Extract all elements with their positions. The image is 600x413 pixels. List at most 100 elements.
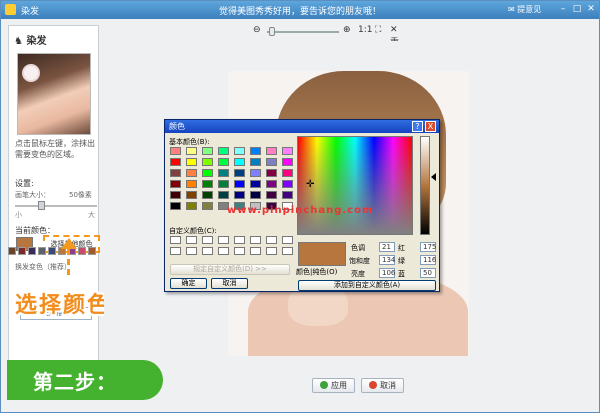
basic-color-swatch[interactable] [218, 191, 229, 199]
cancel-button[interactable]: 取消 [361, 378, 404, 393]
zoom-in-icon[interactable]: ⊕ [343, 25, 351, 35]
custom-color-swatch[interactable] [250, 247, 261, 255]
ok-button[interactable]: 确定 [170, 278, 207, 289]
brush-size-handle[interactable] [37, 201, 45, 210]
basic-color-swatch[interactable] [186, 180, 197, 188]
green-input[interactable]: 116 [420, 255, 436, 265]
basic-color-swatch[interactable] [170, 202, 181, 210]
basic-color-swatch[interactable] [218, 147, 229, 155]
custom-color-swatch[interactable] [202, 236, 213, 244]
zoom-slider[interactable] [267, 31, 339, 33]
custom-color-swatch[interactable] [234, 247, 245, 255]
feedback-link[interactable]: ✉ 提意见 [508, 4, 541, 15]
basic-color-swatch[interactable] [234, 169, 245, 177]
red-input[interactable]: 175 [420, 242, 436, 252]
hair-color-swatch[interactable] [28, 247, 36, 255]
basic-color-swatch[interactable] [218, 169, 229, 177]
color-spectrum[interactable]: ✛ [297, 136, 413, 235]
luminance-arrow-icon[interactable] [431, 173, 436, 181]
basic-color-swatch[interactable] [266, 158, 277, 166]
minimize-icon[interactable]: – [557, 4, 569, 15]
basic-color-swatch[interactable] [250, 169, 261, 177]
basic-color-swatch[interactable] [202, 169, 213, 177]
custom-color-swatch[interactable] [218, 247, 229, 255]
custom-color-swatch[interactable] [170, 236, 181, 244]
basic-color-swatch[interactable] [170, 191, 181, 199]
basic-color-swatch[interactable] [234, 158, 245, 166]
custom-color-swatch[interactable] [234, 236, 245, 244]
basic-color-swatch[interactable] [170, 158, 181, 166]
basic-color-swatch[interactable] [202, 158, 213, 166]
custom-color-swatch[interactable] [282, 247, 293, 255]
hair-color-swatch[interactable] [88, 247, 96, 255]
basic-color-swatch[interactable] [282, 158, 293, 166]
basic-color-swatch[interactable] [250, 191, 261, 199]
hair-color-swatch[interactable] [78, 247, 86, 255]
basic-color-swatch[interactable] [282, 180, 293, 188]
add-custom-color-button[interactable]: 添加到自定义颜色(A) [298, 280, 436, 291]
custom-color-swatch[interactable] [282, 236, 293, 244]
basic-color-swatch[interactable] [266, 147, 277, 155]
basic-color-swatch[interactable] [202, 191, 213, 199]
custom-color-swatch[interactable] [170, 247, 181, 255]
basic-color-swatch[interactable] [234, 191, 245, 199]
hair-color-label: 换发变色（推荐） [15, 263, 71, 271]
basic-color-swatch[interactable] [218, 158, 229, 166]
basic-color-swatch[interactable] [186, 147, 197, 155]
saturation-input[interactable]: 134 [379, 255, 395, 265]
custom-color-swatch[interactable] [186, 247, 197, 255]
basic-color-swatch[interactable] [170, 169, 181, 177]
custom-color-swatch[interactable] [202, 247, 213, 255]
basic-color-swatch[interactable] [170, 147, 181, 155]
basic-color-swatch[interactable] [266, 169, 277, 177]
custom-color-swatch[interactable] [186, 236, 197, 244]
zoom-handle[interactable] [269, 27, 275, 36]
define-custom-button[interactable]: 规定自定义颜色(D) >> [170, 264, 290, 275]
basic-color-swatch[interactable] [234, 147, 245, 155]
basic-color-swatch[interactable] [170, 180, 181, 188]
slider-max-label: 大 [88, 211, 95, 219]
fit-icon[interactable]: ⛶ [375, 25, 381, 35]
basic-color-swatch[interactable] [266, 191, 277, 199]
basic-color-swatch[interactable] [202, 202, 213, 210]
basic-color-swatch[interactable] [186, 158, 197, 166]
basic-color-swatch[interactable] [186, 202, 197, 210]
basic-color-swatch[interactable] [250, 158, 261, 166]
basic-color-swatch[interactable] [266, 180, 277, 188]
basic-color-swatch[interactable] [250, 147, 261, 155]
basic-color-swatch[interactable] [282, 147, 293, 155]
brush-size-value: 50像素 [69, 191, 92, 199]
hue-input[interactable]: 21 [379, 242, 395, 252]
basic-color-swatch[interactable] [282, 169, 293, 177]
dialog-close-button[interactable]: X [425, 121, 436, 132]
hair-color-swatch[interactable] [48, 247, 56, 255]
maximize-icon[interactable]: □ [571, 4, 583, 15]
custom-color-swatch[interactable] [250, 236, 261, 244]
basic-color-swatch[interactable] [218, 180, 229, 188]
luminance-slider[interactable] [420, 136, 430, 235]
basic-color-swatch[interactable] [186, 169, 197, 177]
hair-color-swatch[interactable] [18, 247, 26, 255]
dialog-cancel-button[interactable]: 取消 [211, 278, 248, 289]
custom-color-swatch[interactable] [218, 236, 229, 244]
basic-color-swatch[interactable] [282, 191, 293, 199]
arrow-stem [67, 249, 70, 275]
basic-color-swatch[interactable] [186, 191, 197, 199]
custom-color-swatch[interactable] [266, 247, 277, 255]
basic-color-swatch[interactable] [250, 180, 261, 188]
basic-color-swatch[interactable] [202, 180, 213, 188]
basic-color-swatch[interactable] [234, 180, 245, 188]
basic-color-swatch[interactable] [202, 147, 213, 155]
zoom-out-icon[interactable]: ⊖ [253, 25, 261, 35]
blue-input[interactable]: 50 [420, 268, 436, 278]
watermark-text: www.pinpinchang.com [227, 205, 374, 216]
hair-color-swatch[interactable] [8, 247, 16, 255]
actual-size-button[interactable]: 1:1 [358, 25, 372, 35]
help-button[interactable]: ? [412, 121, 423, 132]
brush-size-slider[interactable] [15, 205, 97, 207]
close-icon[interactable]: ✕ [585, 4, 597, 15]
apply-button[interactable]: 应用 [312, 378, 355, 393]
hair-color-swatch[interactable] [38, 247, 46, 255]
custom-color-swatch[interactable] [266, 236, 277, 244]
luminance-input[interactable]: 106 [379, 268, 395, 278]
